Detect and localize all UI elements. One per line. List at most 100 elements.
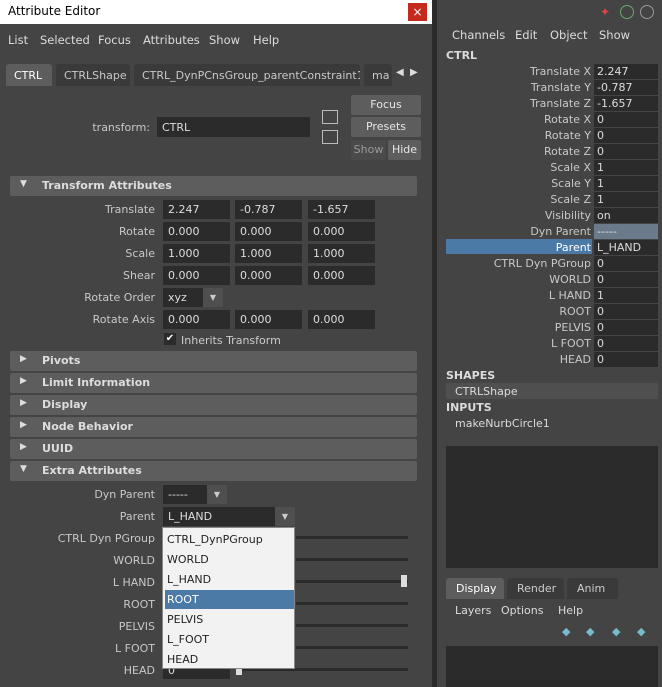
slider-track[interactable] (296, 624, 408, 627)
channel-label[interactable]: WORLD (549, 273, 591, 286)
load-output-icon[interactable] (322, 130, 338, 144)
channel-label[interactable]: Dyn Parent (530, 225, 591, 238)
shear-z-field[interactable]: 0.000 (308, 266, 375, 285)
channel-value-field[interactable]: 0 (594, 112, 658, 127)
tab-scroll-left-icon[interactable]: ◀ (396, 67, 404, 78)
channel-value-field[interactable]: 0 (594, 320, 658, 335)
channel-value-field[interactable]: -1.657 (594, 96, 658, 111)
section-pivots[interactable]: ▶ Pivots (10, 351, 417, 371)
section-uuid[interactable]: ▶ UUID (10, 439, 417, 459)
tab-ctrlshape[interactable]: CTRLShape (56, 64, 130, 86)
section-limit-information[interactable]: ▶ Limit Information (10, 373, 417, 393)
channel-label[interactable]: Translate Z (530, 97, 591, 110)
channel-label[interactable]: HEAD (560, 353, 591, 366)
rotate-axis-z-field[interactable]: 0.000 (308, 310, 375, 329)
channel-label[interactable]: Rotate Y (545, 129, 591, 142)
translate-x-field[interactable]: 2.247 (163, 200, 230, 219)
rotate-y-field[interactable]: 0.000 (235, 222, 302, 241)
popup-item[interactable]: L_HAND (165, 570, 294, 589)
rotate-x-field[interactable]: 0.000 (163, 222, 230, 241)
tab-more[interactable]: ma (364, 64, 392, 86)
hide-button[interactable]: Hide (388, 140, 421, 160)
parent-dropdown[interactable]: L_HAND (163, 507, 275, 526)
layer-up-icon[interactable]: ◆ (562, 625, 570, 638)
section-display[interactable]: ▶ Display (10, 395, 417, 415)
layers-menu[interactable]: Layers (455, 604, 491, 617)
slider-track[interactable] (296, 536, 408, 539)
channel-value-field[interactable]: 1 (594, 192, 658, 207)
close-button[interactable]: × (408, 3, 427, 21)
menu-selected[interactable]: Selected (40, 33, 90, 47)
menu-show[interactable]: Show (209, 33, 240, 47)
tab-anim[interactable]: Anim (567, 578, 618, 599)
dyn-parent-dropdown[interactable]: ----- (163, 485, 207, 504)
shear-x-field[interactable]: 0.000 (163, 266, 230, 285)
slider-track[interactable] (296, 558, 408, 561)
channel-label[interactable]: L HAND (549, 289, 591, 302)
rotate-z-field[interactable]: 0.000 (308, 222, 375, 241)
channel-value-field[interactable]: -0.787 (594, 80, 658, 95)
popup-item[interactable]: WORLD (165, 550, 294, 569)
help-menu[interactable]: Help (558, 604, 583, 617)
shape-node[interactable]: CTRLShape (455, 385, 518, 398)
menu-help[interactable]: Help (253, 33, 279, 47)
load-input-icon[interactable] (322, 110, 338, 124)
channel-label[interactable]: Visibility (545, 209, 591, 222)
transform-name-field[interactable]: CTRL (157, 117, 310, 137)
presets-button[interactable]: Presets (351, 117, 421, 137)
slider-track[interactable] (296, 602, 408, 605)
axis-icon[interactable]: ✦ (600, 5, 610, 19)
slider-handle[interactable] (401, 575, 407, 587)
channel-value-field[interactable]: 0 (594, 336, 658, 351)
cb-menu-edit[interactable]: Edit (515, 28, 537, 42)
sphere-icon[interactable] (640, 5, 654, 19)
channel-label[interactable]: Scale Y (551, 177, 591, 190)
slider-track[interactable] (296, 580, 408, 583)
rotate-axis-y-field[interactable]: 0.000 (235, 310, 302, 329)
channel-label[interactable]: Translate X (530, 65, 591, 78)
section-extra-attributes[interactable]: ▼ Extra Attributes (10, 461, 417, 481)
channel-value-field[interactable]: 0 (594, 272, 658, 287)
popup-item[interactable]: HEAD (165, 650, 294, 669)
new-layer-selected-icon[interactable]: ◆ (637, 625, 645, 638)
chevron-down-icon[interactable]: ▼ (275, 507, 295, 526)
slider-track[interactable] (296, 646, 408, 649)
scale-y-field[interactable]: 1.000 (235, 244, 302, 263)
input-node[interactable]: makeNurbCircle1 (455, 417, 550, 430)
layer-down-icon[interactable]: ◆ (586, 625, 594, 638)
options-menu[interactable]: Options (501, 604, 543, 617)
channel-value-field[interactable]: 1 (594, 176, 658, 191)
channel-label[interactable]: Rotate Z (544, 145, 591, 158)
channel-label[interactable]: Translate Y (531, 81, 591, 94)
channel-value-field[interactable]: 1 (594, 160, 658, 175)
popup-item[interactable]: PELVIS (165, 610, 294, 629)
channel-label[interactable]: Scale Z (550, 193, 591, 206)
section-node-behavior[interactable]: ▶ Node Behavior (10, 417, 417, 437)
cb-menu-channels[interactable]: Channels (452, 28, 505, 42)
channel-label[interactable]: Parent (556, 241, 591, 254)
cb-menu-object[interactable]: Object (550, 28, 587, 42)
popup-item[interactable]: CTRL_DynPGroup (165, 530, 294, 549)
channel-label[interactable]: ROOT (559, 305, 591, 318)
tab-scroll-right-icon[interactable]: ▶ (410, 67, 418, 78)
scale-z-field[interactable]: 1.000 (308, 244, 375, 263)
channel-value-field[interactable]: 0 (594, 144, 658, 159)
channel-value-field[interactable]: L_HAND (594, 240, 658, 255)
shear-y-field[interactable]: 0.000 (235, 266, 302, 285)
popup-item[interactable]: L_FOOT (165, 630, 294, 649)
channel-value-field[interactable]: 2.247 (594, 64, 658, 79)
tab-parent-constraint[interactable]: CTRL_DynPCnsGroup_parentConstraint1 (134, 64, 360, 86)
channel-value-field[interactable]: 1 (594, 288, 658, 303)
channel-value-field[interactable]: ----- (594, 224, 658, 239)
channel-value-field[interactable]: 0 (594, 128, 658, 143)
channel-label[interactable]: Rotate X (544, 113, 591, 126)
chevron-down-icon[interactable]: ▼ (207, 485, 227, 504)
rotate-axis-x-field[interactable]: 0.000 (163, 310, 230, 329)
channel-label[interactable]: L FOOT (551, 337, 591, 350)
focus-button[interactable]: Focus (351, 95, 421, 115)
translate-y-field[interactable]: -0.787 (235, 200, 302, 219)
channel-value-field[interactable]: 0 (594, 256, 658, 271)
channel-value-field[interactable]: 0 (594, 352, 658, 367)
channel-value-field[interactable]: on (594, 208, 658, 223)
rotate-order-dropdown[interactable]: xyz (163, 288, 203, 307)
